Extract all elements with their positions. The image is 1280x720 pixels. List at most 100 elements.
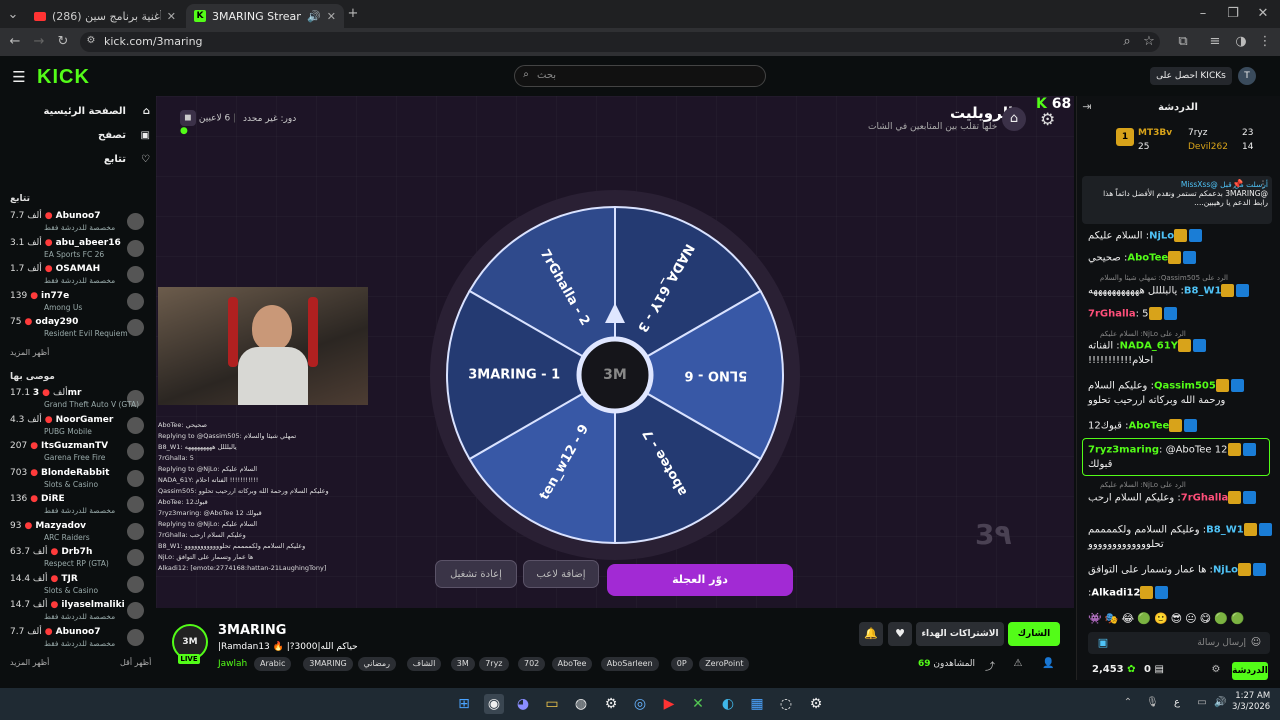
volume-icon[interactable]: 🔊 (1214, 697, 1226, 708)
site-info-icon[interactable]: ⚙ (84, 35, 98, 46)
stream-tag[interactable]: 702 (518, 657, 546, 671)
chat-message[interactable]: NADA_61Y: الفناته احلام!!!!!!!!!!! (1088, 339, 1274, 368)
search-input[interactable]: بحث (514, 65, 766, 87)
obs-icon[interactable]: ◍ (571, 694, 591, 714)
start-icon[interactable]: ⊞ (454, 694, 474, 714)
tab-list-icon[interactable]: ⌄ (6, 7, 20, 22)
sidebar-channel[interactable]: 14.4 ألف ● TJR Slots & Casino (10, 574, 144, 598)
stream-tag[interactable]: رمضاني (357, 657, 397, 671)
sidebar-channel[interactable]: 17.1 ألف●3mr Grand Theft Auto V (GTA) (10, 388, 144, 412)
sidebar-channel[interactable]: 93 ● Mazyadov ARC Raiders (10, 521, 144, 545)
youtube-app-icon[interactable]: ▶ (659, 694, 679, 714)
app-icon[interactable]: ⚙ (601, 694, 621, 714)
chat-username[interactable]: NjLo (1149, 231, 1174, 242)
stream-tag[interactable]: 0P (670, 657, 693, 671)
sidebar-channel[interactable]: 14.7 ألف ● ilyaselmaliki مخصصة للدردشة فقط (10, 600, 144, 624)
chat-settings-icon[interactable]: ⚙ (1210, 664, 1222, 675)
chat-message[interactable]: B8_W1: يالبلللل هههههههههههه (1088, 284, 1274, 299)
reload-icon[interactable]: ↻ (56, 34, 70, 49)
chat-message[interactable]: Alkadi12: (1088, 586, 1274, 601)
stream-tag[interactable]: 3MARING (303, 657, 353, 671)
sidebar-channel[interactable]: 136 ● DiRE مخصصة للدردشة فقط (10, 494, 144, 518)
profile-icon[interactable]: ◑ (1234, 34, 1248, 49)
user-avatar[interactable]: T (1238, 67, 1256, 85)
sidebar-channel[interactable]: 75 ● oday290 Resident Evil Requiem (10, 317, 144, 341)
restart-button[interactable]: إعادة تشغيل (435, 560, 517, 588)
chat-username[interactable]: Alkadi12 (1091, 588, 1140, 599)
pinned-message[interactable]: أرسلت من قبل @MissXss @3MARING بدعمكم تس… (1082, 176, 1272, 224)
chat-input[interactable]: إرسال رسالة (1088, 632, 1270, 654)
media-icon[interactable]: ≡ (1208, 34, 1222, 49)
maximize-icon[interactable]: ❐ (1226, 6, 1240, 21)
sidebar-channel[interactable]: 63.7 ألف ● Drb7h Respect RP (GTA) (10, 547, 144, 571)
settings-icon[interactable]: ⚙ (806, 694, 826, 714)
stream-category[interactable]: Jawlah (218, 659, 247, 669)
nav-following[interactable]: ♡ تتابع (10, 154, 150, 165)
heart-button[interactable]: ♥ (888, 622, 912, 646)
xbox-icon[interactable]: ✕ (688, 694, 708, 714)
tray-chevron-icon[interactable]: ⌃ (1122, 697, 1134, 708)
chat-username[interactable]: AboTee (1127, 253, 1168, 264)
home-button[interactable]: ⌂ (1002, 107, 1026, 131)
report-icon[interactable]: ⚠ (1012, 658, 1024, 669)
chat-username[interactable]: NjLo (1213, 565, 1238, 576)
sidebar-channel[interactable]: 207 ● ItsGuzmanTV Garena Free Fire (10, 441, 144, 465)
forward-icon[interactable]: → (32, 34, 46, 49)
tab-youtube[interactable]: (286) أغنية برنامج سين - YouTube ✕ (26, 4, 184, 28)
stream-tag[interactable]: 3M (450, 657, 475, 671)
nav-browse[interactable]: ▣ تصفح (10, 130, 150, 141)
kick-logo[interactable]: KICK (37, 66, 90, 89)
edge-icon[interactable]: ◐ (718, 694, 738, 714)
more-dots-icon[interactable]: ⋮ (1258, 180, 1268, 190)
stream-tag[interactable]: ZeroPoint (699, 657, 750, 671)
new-tab-icon[interactable]: + (346, 6, 360, 21)
url-field[interactable]: kick.com/3maring (80, 32, 1160, 52)
store-icon[interactable]: ▦ (747, 694, 767, 714)
emote-picker-icon[interactable]: ▣ (1096, 636, 1110, 649)
close-window-icon[interactable]: ✕ (1256, 6, 1270, 21)
chat-username[interactable]: 7ryz3maring (1088, 445, 1159, 456)
emote-bar[interactable]: 👾🎭😂🟢🙂😎😐😋🟢🟢 (1088, 612, 1270, 626)
stream-tag[interactable]: AboTee (551, 657, 593, 671)
sidebar-channel[interactable]: 4.3 ألف ● NoorGamer PUBG Mobile (10, 415, 144, 439)
chrome-icon[interactable]: ◉ (484, 694, 504, 714)
language-indicator[interactable]: ع (1174, 697, 1180, 708)
mic-icon[interactable]: 🎙 (1146, 697, 1159, 708)
chat-message[interactable]: Qassim505: وعليكم السلام ورحمة الله وبرك… (1088, 379, 1274, 408)
settings-gear-icon[interactable]: ⚙ (1040, 110, 1055, 130)
follow-button[interactable]: الشارك (1008, 622, 1060, 646)
chat-message[interactable]: NjLo: ها عمار وتسمار على التوافق (1088, 563, 1274, 578)
channel-points[interactable]: 2,453 ✿ (1092, 664, 1136, 675)
chat-username[interactable]: 7rGhalla (1088, 309, 1136, 320)
stream-tag[interactable]: الشاف (406, 657, 442, 671)
chat-message[interactable]: B8_W1: وعليكم السلامم ولكممممم تحلوووووو… (1088, 523, 1274, 552)
close-icon[interactable]: ✕ (167, 10, 176, 23)
chat-message[interactable]: AboTee: قبوك12 (1088, 419, 1274, 434)
roulette-wheel[interactable]: 7rGhalla - 2 NADA_61Y - 3 5LNO - 6 abotee -… (430, 190, 800, 560)
sidebar-channel[interactable]: 7.7 ألف ● Abunoo7 مخصصة للدردشة فقط (10, 211, 144, 235)
minimize-icon[interactable]: – (1196, 6, 1210, 21)
chat-send-button[interactable]: الدردشة (1232, 662, 1268, 680)
get-kicks-button[interactable]: احصل على KICKs (1150, 67, 1232, 85)
chat-message[interactable]: 7rGhalla: 5 (1088, 307, 1274, 322)
stream-tag[interactable]: AboSarleen (600, 657, 659, 671)
chat-username[interactable]: Qassim505 (1154, 381, 1216, 392)
sidebar-channel[interactable]: 139 ● in77e Among Us (10, 291, 144, 315)
file-explorer-icon[interactable]: ▭ (542, 694, 562, 714)
menu-dots-icon[interactable]: ⋮ (1258, 34, 1272, 49)
streamer-name[interactable]: 3MARING (218, 623, 286, 638)
chat-username[interactable]: AboTee (1129, 421, 1170, 432)
sidebar-channel[interactable]: 703 ● BlondeRabbit Slots & Casino (10, 468, 144, 492)
chat-message[interactable]: 7rGhalla: وعليكم السلام ارحب (1088, 491, 1274, 506)
steam-icon[interactable]: ◎ (630, 694, 650, 714)
nav-home[interactable]: ⌂ الصفحة الرئيسية (10, 106, 150, 117)
bookmark-star-icon[interactable]: ☆ (1142, 34, 1156, 49)
stream-tag[interactable]: 7ryz (479, 657, 509, 671)
smiley-icon[interactable]: ☺ (1250, 637, 1262, 648)
show-less-link[interactable]: أظهر أقل (120, 658, 151, 667)
chat-message[interactable]: AboTee: صحيحي (1088, 251, 1274, 266)
tab-kick[interactable]: K 3MARING Stream - Watch Live 🔊 ✕ (186, 4, 344, 28)
chat-username[interactable]: B8_W1 (1206, 525, 1244, 536)
sidebar-channel[interactable]: 7.7 ألف ● Abunoo7 مخصصة للدردشة فقط (10, 627, 144, 651)
zoom-icon[interactable]: ⌕ (1120, 34, 1134, 49)
